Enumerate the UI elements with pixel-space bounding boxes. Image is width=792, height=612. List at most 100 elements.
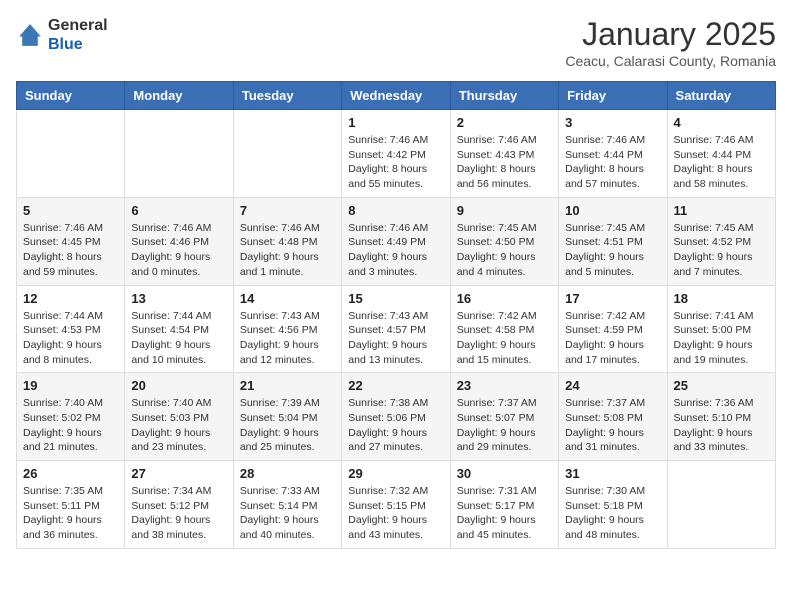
day-of-week-header: Monday [125,82,233,110]
day-info: Sunrise: 7:37 AM Sunset: 5:07 PM Dayligh… [457,396,552,455]
day-number: 2 [457,115,552,130]
calendar-day-cell: 24Sunrise: 7:37 AM Sunset: 5:08 PM Dayli… [559,373,667,461]
day-number: 17 [565,291,660,306]
day-info: Sunrise: 7:43 AM Sunset: 4:57 PM Dayligh… [348,309,443,368]
day-number: 26 [23,466,118,481]
calendar-day-cell: 30Sunrise: 7:31 AM Sunset: 5:17 PM Dayli… [450,461,558,549]
day-number: 23 [457,378,552,393]
calendar-day-cell: 17 Sunrise: 7:42 AM Sunset: 4:59 PM Dayli… [559,285,667,373]
day-number: 10 [565,203,660,218]
day-of-week-header: Wednesday [342,82,450,110]
calendar-day-cell: 27Sunrise: 7:34 AM Sunset: 5:12 PM Dayli… [125,461,233,549]
calendar-day-cell: 3Sunrise: 7:46 AM Sunset: 4:44 PM Daylig… [559,110,667,198]
day-number: 25 [674,378,769,393]
day-number: 8 [348,203,443,218]
calendar-day-cell: 31 Sunrise: 7:30 AM Sunset: 5:18 PM Dayli… [559,461,667,549]
day-info: Sunrise: 7:37 AM Sunset: 5:08 PM Dayligh… [565,396,660,455]
day-info: Sunrise: 7:44 AM Sunset: 4:53 PM Dayligh… [23,309,118,368]
day-info: Sunrise: 7:38 AM Sunset: 5:06 PM Dayligh… [348,396,443,455]
logo-blue-text: Blue [48,35,108,54]
calendar-day-cell: 8 Sunrise: 7:46 AM Sunset: 4:49 PM Daylig… [342,197,450,285]
logo-text: General Blue [48,16,108,54]
day-number: 9 [457,203,552,218]
day-info: Sunrise: 7:41 AM Sunset: 5:00 PM Dayligh… [674,309,769,368]
calendar-header-row: SundayMondayTuesdayWednesdayThursdayFrid… [17,82,776,110]
day-info: Sunrise: 7:45 AM Sunset: 4:51 PM Dayligh… [565,221,660,280]
day-number: 29 [348,466,443,481]
day-info: Sunrise: 7:34 AM Sunset: 5:12 PM Dayligh… [131,484,226,543]
calendar-day-cell: 13 Sunrise: 7:44 AM Sunset: 4:54 PM Dayli… [125,285,233,373]
day-info: Sunrise: 7:32 AM Sunset: 5:15 PM Dayligh… [348,484,443,543]
day-info: Sunrise: 7:46 AM Sunset: 4:46 PM Dayligh… [131,221,226,280]
calendar-day-cell [17,110,125,198]
calendar-day-cell: 25 Sunrise: 7:36 AM Sunset: 5:10 PM Dayli… [667,373,775,461]
day-info: Sunrise: 7:35 AM Sunset: 5:11 PM Dayligh… [23,484,118,543]
day-of-week-header: Thursday [450,82,558,110]
day-number: 7 [240,203,335,218]
calendar-day-cell: 29 Sunrise: 7:32 AM Sunset: 5:15 PM Dayli… [342,461,450,549]
day-info: Sunrise: 7:36 AM Sunset: 5:10 PM Dayligh… [674,396,769,455]
day-number: 15 [348,291,443,306]
calendar-day-cell [125,110,233,198]
day-info: Sunrise: 7:33 AM Sunset: 5:14 PM Dayligh… [240,484,335,543]
calendar-day-cell [667,461,775,549]
day-info: Sunrise: 7:46 AM Sunset: 4:44 PM Dayligh… [674,133,769,192]
day-info: Sunrise: 7:46 AM Sunset: 4:44 PM Dayligh… [565,133,660,192]
day-number: 16 [457,291,552,306]
calendar-day-cell: 12Sunrise: 7:44 AM Sunset: 4:53 PM Dayli… [17,285,125,373]
calendar-day-cell: 5 Sunrise: 7:46 AM Sunset: 4:45 PM Daylig… [17,197,125,285]
day-number: 22 [348,378,443,393]
calendar-day-cell: 4 Sunrise: 7:46 AM Sunset: 4:44 PM Daylig… [667,110,775,198]
calendar-day-cell: 6 Sunrise: 7:46 AM Sunset: 4:46 PM Daylig… [125,197,233,285]
calendar-day-cell: 18Sunrise: 7:41 AM Sunset: 5:00 PM Dayli… [667,285,775,373]
calendar-day-cell: 10 Sunrise: 7:45 AM Sunset: 4:51 PM Dayli… [559,197,667,285]
day-info: Sunrise: 7:46 AM Sunset: 4:45 PM Dayligh… [23,221,118,280]
day-number: 21 [240,378,335,393]
day-info: Sunrise: 7:46 AM Sunset: 4:43 PM Dayligh… [457,133,552,192]
day-number: 5 [23,203,118,218]
day-of-week-header: Tuesday [233,82,341,110]
location-text: Ceacu, Calarasi County, Romania [565,53,776,69]
calendar-day-cell [233,110,341,198]
logo-general-text: General [48,16,108,35]
calendar-day-cell: 16Sunrise: 7:42 AM Sunset: 4:58 PM Dayli… [450,285,558,373]
day-number: 1 [348,115,443,130]
calendar-week-row: 12Sunrise: 7:44 AM Sunset: 4:53 PM Dayli… [17,285,776,373]
calendar-day-cell: 23 Sunrise: 7:37 AM Sunset: 5:07 PM Dayli… [450,373,558,461]
calendar-day-cell: 19Sunrise: 7:40 AM Sunset: 5:02 PM Dayli… [17,373,125,461]
day-info: Sunrise: 7:40 AM Sunset: 5:03 PM Dayligh… [131,396,226,455]
day-of-week-header: Saturday [667,82,775,110]
day-number: 11 [674,203,769,218]
day-info: Sunrise: 7:42 AM Sunset: 4:59 PM Dayligh… [565,309,660,368]
day-info: Sunrise: 7:31 AM Sunset: 5:17 PM Dayligh… [457,484,552,543]
day-number: 4 [674,115,769,130]
day-of-week-header: Friday [559,82,667,110]
calendar-week-row: 26 Sunrise: 7:35 AM Sunset: 5:11 PM Dayli… [17,461,776,549]
day-info: Sunrise: 7:44 AM Sunset: 4:54 PM Dayligh… [131,309,226,368]
calendar-day-cell: 20 Sunrise: 7:40 AM Sunset: 5:03 PM Dayli… [125,373,233,461]
calendar-day-cell: 15 Sunrise: 7:43 AM Sunset: 4:57 PM Dayli… [342,285,450,373]
calendar-day-cell: 1Sunrise: 7:46 AM Sunset: 4:42 PM Daylig… [342,110,450,198]
day-number: 20 [131,378,226,393]
day-info: Sunrise: 7:40 AM Sunset: 5:02 PM Dayligh… [23,396,118,455]
day-info: Sunrise: 7:46 AM Sunset: 4:49 PM Dayligh… [348,221,443,280]
day-number: 6 [131,203,226,218]
calendar-day-cell: 9 Sunrise: 7:45 AM Sunset: 4:50 PM Daylig… [450,197,558,285]
day-number: 31 [565,466,660,481]
day-info: Sunrise: 7:43 AM Sunset: 4:56 PM Dayligh… [240,309,335,368]
day-number: 28 [240,466,335,481]
calendar-day-cell: 21 Sunrise: 7:39 AM Sunset: 5:04 PM Dayli… [233,373,341,461]
day-info: Sunrise: 7:45 AM Sunset: 4:50 PM Dayligh… [457,221,552,280]
page-header: General Blue January 2025 Ceacu, Calaras… [16,16,776,69]
day-number: 13 [131,291,226,306]
calendar-table: SundayMondayTuesdayWednesdayThursdayFrid… [16,81,776,549]
day-of-week-header: Sunday [17,82,125,110]
day-info: Sunrise: 7:39 AM Sunset: 5:04 PM Dayligh… [240,396,335,455]
day-info: Sunrise: 7:46 AM Sunset: 4:48 PM Dayligh… [240,221,335,280]
calendar-day-cell: 2 Sunrise: 7:46 AM Sunset: 4:43 PM Daylig… [450,110,558,198]
day-info: Sunrise: 7:30 AM Sunset: 5:18 PM Dayligh… [565,484,660,543]
day-number: 14 [240,291,335,306]
month-title: January 2025 [565,16,776,53]
calendar-day-cell: 28 Sunrise: 7:33 AM Sunset: 5:14 PM Dayli… [233,461,341,549]
calendar-week-row: 5 Sunrise: 7:46 AM Sunset: 4:45 PM Daylig… [17,197,776,285]
